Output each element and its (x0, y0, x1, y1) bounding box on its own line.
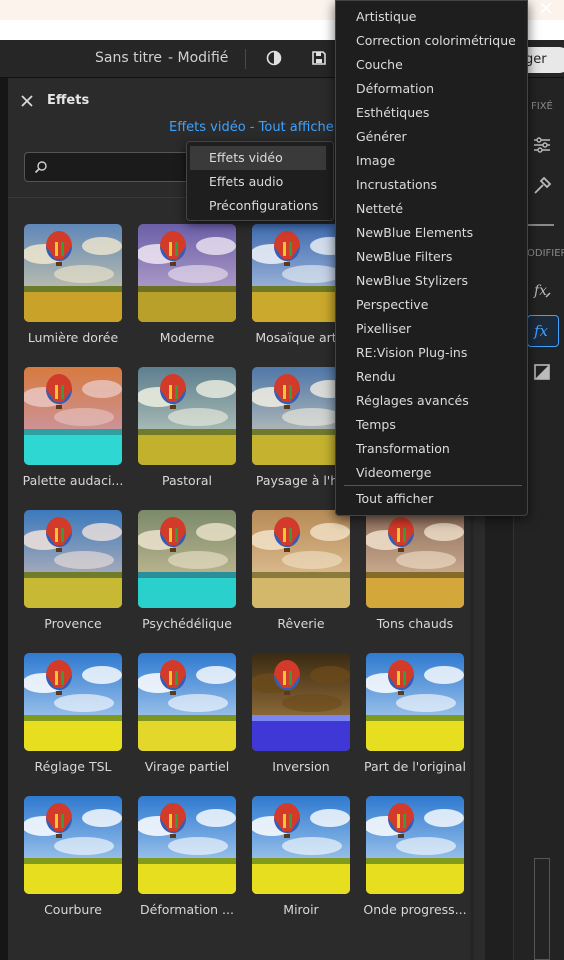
effect-thumbnail (24, 224, 122, 322)
divider-line (528, 224, 554, 226)
menu-item-video-effects[interactable]: Effets vidéo (190, 146, 326, 170)
effect-type-menu: Effets vidéo Effets audio Préconfigurati… (186, 141, 334, 221)
effect-label: Psychédélique (142, 616, 232, 631)
menu-item-category[interactable]: Incrustations (356, 173, 437, 197)
effect-category-menu: Artistique Correction colorimétrique Couch… (335, 0, 528, 516)
effect-label: Palette audaci... (22, 473, 124, 488)
effect-thumbnail (24, 367, 122, 465)
effect-thumbnail (252, 510, 350, 608)
menu-item-category[interactable]: NewBlue Filters (356, 245, 452, 269)
effect-thumbnail (138, 653, 236, 751)
effect-thumbnail (252, 796, 350, 894)
menu-item-audio-effects[interactable]: Effets audio (190, 170, 326, 194)
effect-thumbnail (138, 510, 236, 608)
zoom-slider[interactable] (534, 858, 550, 960)
effect-thumbnail (138, 367, 236, 465)
effect-label: Provence (44, 616, 102, 631)
effect-thumbnail (366, 796, 464, 894)
close-icon[interactable] (538, 0, 554, 16)
menu-item-category[interactable]: NewBlue Elements (356, 221, 473, 245)
fx-icon: fx (531, 320, 553, 342)
effect-label: Réglage TSL (34, 759, 112, 774)
document-status: - Modifié (168, 50, 229, 66)
effect-label: Onde progress... (363, 902, 467, 917)
menu-item-category[interactable]: Perspective (356, 293, 428, 317)
effect-label: Part de l'original (364, 759, 466, 774)
menu-item-category[interactable]: Pixelliser (356, 317, 411, 341)
effect-thumbnail (24, 510, 122, 608)
effects-filter-breadcrumb[interactable]: Effets vidéo - Tout afficher (169, 120, 339, 135)
menu-item-category[interactable]: Image (356, 149, 395, 173)
menu-item-category[interactable]: RE:Vision Plug-ins (356, 341, 467, 365)
panel-title: Effets (47, 93, 90, 108)
effect-label: Moderne (159, 330, 215, 345)
effect-label: Miroir (283, 902, 319, 917)
save-icon[interactable] (311, 50, 327, 66)
tools-icon[interactable] (531, 175, 553, 197)
effect-label: Déformation ... (140, 902, 234, 917)
search-icon (34, 160, 48, 174)
fixed-section-label: FIXÉ (531, 101, 553, 112)
menu-item-category[interactable]: Videomerge (356, 461, 431, 485)
menu-item-show-all[interactable]: Tout afficher (356, 487, 433, 511)
effect-thumbnail (252, 653, 350, 751)
adjust-sliders-icon[interactable] (531, 134, 553, 156)
menu-item-category[interactable]: NewBlue Stylizers (356, 269, 468, 293)
effect-thumbnail (366, 653, 464, 751)
document-title: Sans titre - Modifié (95, 50, 228, 66)
effect-thumbnail (24, 796, 122, 894)
menu-item-category[interactable]: Esthétiques (356, 101, 429, 125)
menu-item-category[interactable]: Couche (356, 53, 403, 77)
effect-label: Virage partiel (144, 759, 230, 774)
menu-separator (344, 485, 522, 486)
menu-item-category[interactable]: Netteté (356, 197, 403, 221)
color-correction-icon[interactable] (531, 361, 553, 383)
effect-label: Rêverie (277, 616, 325, 631)
effect-thumbnail (24, 653, 122, 751)
svg-text:fx: fx (533, 283, 547, 299)
menu-item-category[interactable]: Rendu (356, 365, 396, 389)
menu-item-category[interactable]: Générer (356, 125, 407, 149)
menu-item-category[interactable]: Correction colorimétrique (356, 29, 516, 53)
title-separator (245, 49, 246, 69)
menu-item-category[interactable]: Temps (356, 413, 396, 437)
effect-label: Inversion (272, 759, 330, 774)
effect-thumbnail (366, 510, 464, 608)
effect-thumbnail (138, 796, 236, 894)
effect-label: Courbure (44, 902, 102, 917)
effect-label: Pastoral (162, 473, 212, 488)
modify-section-label: ODIFIER (527, 248, 564, 259)
effect-label: Tons chauds (376, 616, 454, 631)
svg-text:fx: fx (533, 322, 549, 340)
menu-item-category[interactable]: Transformation (356, 437, 450, 461)
close-panel-icon[interactable] (20, 94, 34, 108)
menu-item-presets[interactable]: Préconfigurations (190, 194, 326, 218)
document-name: Sans titre (95, 50, 163, 66)
effect-label: Lumière dorée (27, 330, 119, 345)
menu-item-category[interactable]: Déformation (356, 77, 434, 101)
effect-thumbnail (138, 224, 236, 322)
menu-item-category[interactable]: Réglages avancés (356, 389, 469, 413)
applied-effects-icon[interactable]: fx (531, 280, 553, 302)
contrast-icon[interactable] (266, 50, 282, 66)
left-edge (0, 78, 8, 960)
menu-item-category[interactable]: Artistique (356, 5, 417, 29)
